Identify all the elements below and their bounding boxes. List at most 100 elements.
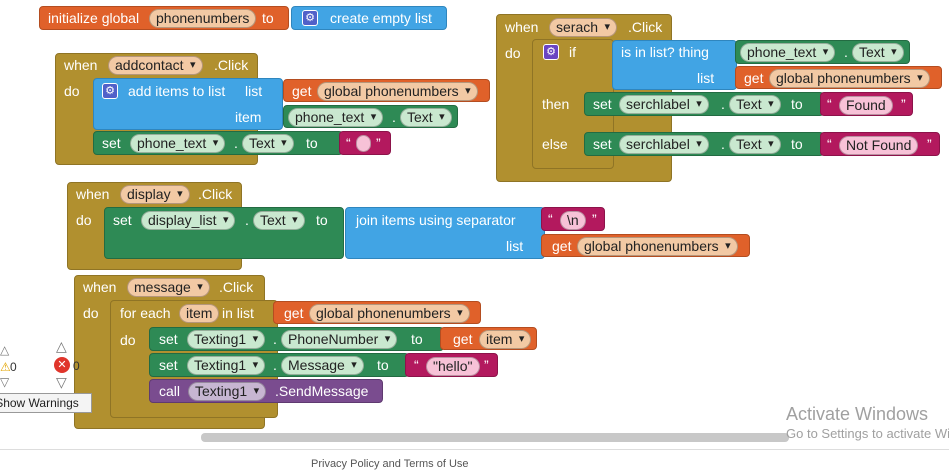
- list-socket-label: list: [697, 70, 715, 86]
- init-global-block[interactable]: initialize global phonenumbers to: [39, 6, 289, 30]
- horizontal-scrollbar[interactable]: [201, 433, 789, 442]
- close-quote: ”: [376, 135, 381, 151]
- get-var-dropdown[interactable]: item: [479, 330, 532, 349]
- init-to-label: to: [262, 10, 274, 26]
- get-global-phonenumbers-block[interactable]: get global phonenumbers: [273, 301, 481, 324]
- set-phone-text-block[interactable]: set phone_text . Text to: [93, 131, 343, 155]
- in-list-label: in list: [222, 305, 254, 321]
- serach-component-dropdown[interactable]: serach: [549, 18, 618, 37]
- get-item-block[interactable]: get item: [440, 327, 537, 350]
- close-quote: ”: [484, 357, 489, 373]
- component-dropdown[interactable]: Texting1: [187, 356, 266, 375]
- property-dropdown[interactable]: Message: [281, 356, 364, 375]
- item-socket-label: item: [235, 109, 262, 125]
- dot-label: .: [392, 109, 396, 125]
- watermark-subtitle: Go to Settings to activate Windows.: [786, 426, 949, 441]
- show-warnings-button[interactable]: Show Warnings: [0, 393, 92, 413]
- empty-text-block[interactable]: “ ”: [339, 131, 391, 155]
- warning-down-arrow-icon[interactable]: ▽: [0, 372, 9, 392]
- global-var-name[interactable]: phonenumbers: [149, 9, 257, 28]
- component-dropdown[interactable]: Texting1: [187, 330, 266, 349]
- open-quote: “: [827, 136, 832, 152]
- set-serchlabel-notfound-block[interactable]: set serchlabel . Text to: [584, 132, 824, 156]
- property-dropdown[interactable]: Text: [242, 134, 294, 153]
- phone-text-getter-block[interactable]: phone_text . Text: [735, 40, 910, 64]
- property-dropdown[interactable]: Text: [729, 135, 781, 154]
- message-component-dropdown[interactable]: message: [127, 278, 210, 297]
- warning-indicator[interactable]: △ ⚠ 0 ▽: [0, 340, 30, 390]
- click-event-label: .Click: [198, 186, 233, 202]
- property-dropdown[interactable]: Text: [852, 43, 904, 62]
- set-message-block[interactable]: set Texting1 . Message to: [149, 353, 409, 377]
- set-serchlabel-found-block[interactable]: set serchlabel . Text to: [584, 92, 824, 116]
- display-component-dropdown[interactable]: display: [120, 185, 190, 204]
- set-display-list-block[interactable]: set display_list . Text to: [104, 207, 344, 259]
- dot-label: .: [721, 96, 725, 112]
- separator-text-block[interactable]: “ \n ”: [541, 207, 605, 231]
- text-input[interactable]: Not Found: [839, 136, 919, 155]
- set-phonenumber-block[interactable]: set Texting1 . PhoneNumber to: [149, 327, 444, 351]
- get-global-phonenumbers-block[interactable]: get global phonenumbers: [283, 79, 490, 102]
- component-dropdown[interactable]: Texting1: [188, 382, 267, 401]
- text-input[interactable]: \n: [560, 211, 586, 230]
- mutator-gear-icon[interactable]: ⚙: [102, 83, 118, 99]
- property-dropdown[interactable]: Text: [253, 211, 305, 230]
- create-empty-list-block[interactable]: ⚙ create empty list: [291, 6, 447, 30]
- dot-label: .: [273, 331, 277, 347]
- join-label: join items using separator: [356, 212, 516, 228]
- set-label: set: [159, 331, 178, 347]
- mutator-gear-icon[interactable]: ⚙: [302, 10, 318, 26]
- property-dropdown[interactable]: Text: [400, 108, 452, 127]
- phone-text-getter-block[interactable]: phone_text . Text: [283, 105, 458, 128]
- for-each-label: for each: [120, 305, 171, 321]
- component-dropdown[interactable]: display_list: [141, 211, 236, 230]
- not-found-text-block[interactable]: “ Not Found ”: [820, 132, 940, 156]
- error-up-arrow-icon[interactable]: △: [56, 336, 67, 356]
- open-quote: “: [827, 96, 832, 112]
- error-down-arrow-icon[interactable]: ▽: [56, 372, 67, 392]
- mutator-gear-icon[interactable]: ⚙: [543, 44, 559, 60]
- property-dropdown[interactable]: Text: [729, 95, 781, 114]
- when-label: when: [505, 19, 539, 35]
- component-dropdown[interactable]: serchlabel: [619, 95, 709, 114]
- get-label: get: [744, 70, 764, 86]
- component-dropdown[interactable]: phone_text: [130, 134, 226, 153]
- get-var-dropdown[interactable]: global phonenumbers: [317, 82, 478, 101]
- close-quote: ”: [901, 96, 906, 112]
- dot-label: .: [844, 44, 848, 60]
- to-label: to: [411, 331, 423, 347]
- open-quote: “: [346, 135, 351, 151]
- add-items-label: add items to list: [128, 83, 226, 99]
- component-dropdown[interactable]: phone_text: [740, 43, 836, 62]
- property-dropdown[interactable]: PhoneNumber: [281, 330, 398, 349]
- get-var-dropdown[interactable]: global phonenumbers: [309, 304, 470, 323]
- do-label: do: [64, 83, 80, 99]
- get-global-phonenumbers-block[interactable]: get global phonenumbers: [541, 234, 750, 257]
- then-label: then: [542, 96, 570, 112]
- join-with-separator-block[interactable]: join items using separator list: [345, 207, 545, 259]
- footer-link[interactable]: Privacy Policy and Terms of Use: [311, 458, 469, 470]
- text-input[interactable]: [356, 135, 371, 152]
- component-dropdown[interactable]: phone_text: [288, 108, 384, 127]
- init-keyword: initialize global: [48, 10, 140, 26]
- get-var-dropdown[interactable]: global phonenumbers: [577, 237, 738, 256]
- dot-label: .: [245, 212, 249, 228]
- loop-var-name[interactable]: item: [179, 304, 220, 323]
- call-sendmessage-block[interactable]: call Texting1 .SendMessage: [149, 379, 383, 403]
- found-text-block[interactable]: “ Found ”: [820, 92, 913, 116]
- is-in-list-block[interactable]: is in list? thing list: [612, 40, 737, 90]
- is-in-list-label: is in list? thing: [621, 44, 709, 60]
- add-items-to-list-block[interactable]: ⚙ add items to list list item: [93, 78, 283, 130]
- get-global-phonenumbers-block[interactable]: get global phonenumbers: [735, 66, 942, 89]
- get-var-dropdown[interactable]: global phonenumbers: [769, 69, 930, 88]
- hello-text-block[interactable]: “ "hello" ”: [405, 353, 498, 377]
- text-input[interactable]: Found: [839, 96, 893, 115]
- error-indicator[interactable]: △ ✕ 0 ▽: [52, 336, 82, 390]
- do-label: do: [76, 212, 92, 228]
- addcontact-component-dropdown[interactable]: addcontact: [108, 56, 203, 75]
- do-label: do: [505, 45, 521, 61]
- send-message-label: .SendMessage: [275, 383, 369, 399]
- do-label: do: [120, 332, 136, 348]
- component-dropdown[interactable]: serchlabel: [619, 135, 709, 154]
- text-input[interactable]: "hello": [426, 357, 480, 376]
